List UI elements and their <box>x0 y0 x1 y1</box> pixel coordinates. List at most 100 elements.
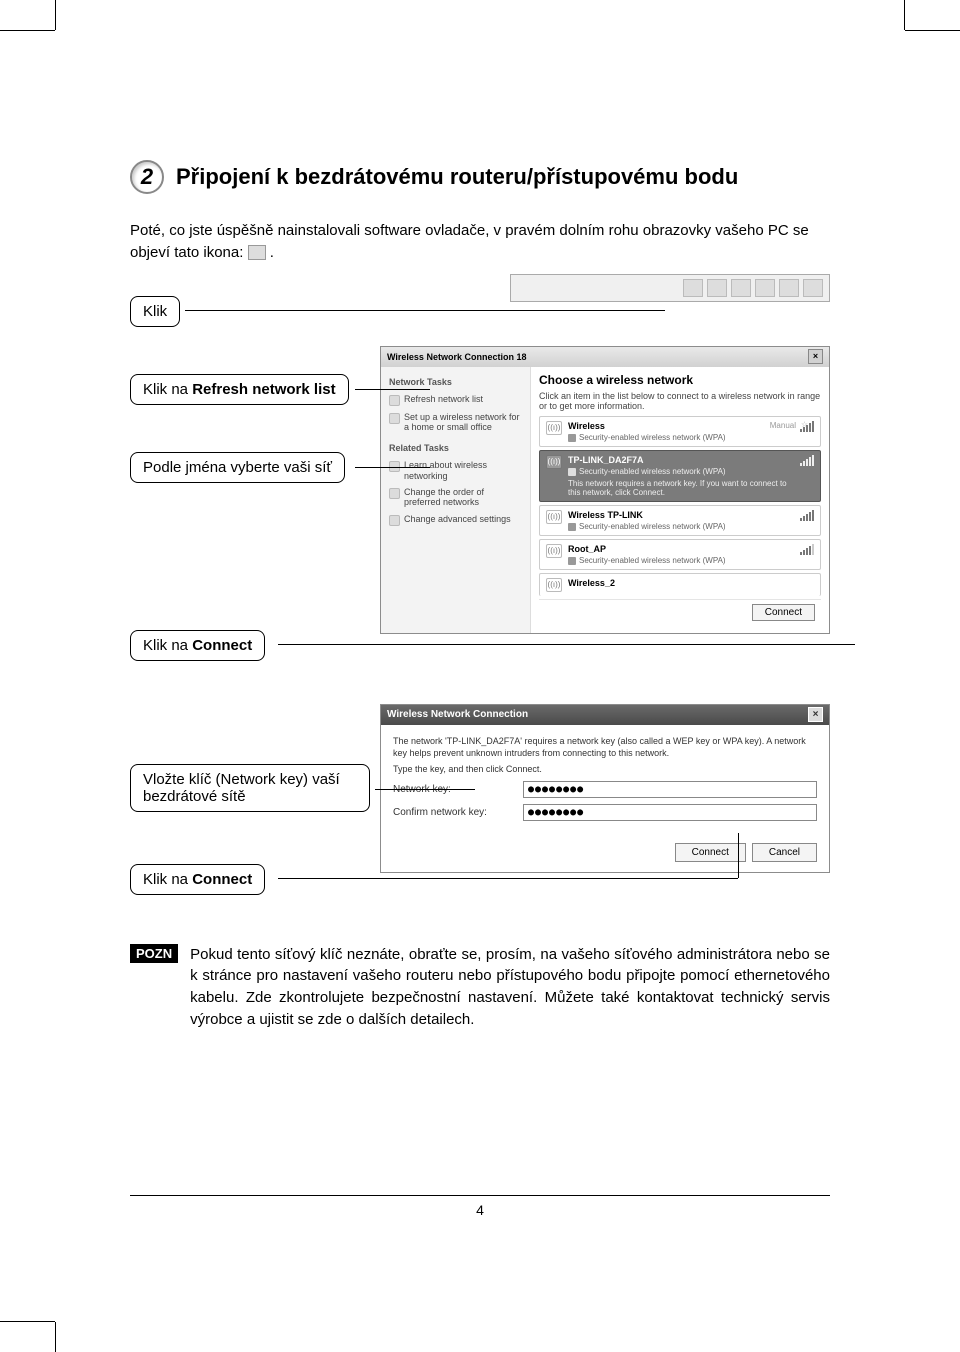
step-number: 2 <box>130 160 164 194</box>
setup-network-link[interactable]: Set up a wireless network for a home or … <box>389 409 522 436</box>
wifi-icon: ((ı)) <box>546 578 562 592</box>
network-detail: Security-enabled wireless network (WPA) <box>579 556 726 565</box>
network-item[interactable]: ((ı)) Wireless Security-enabled wireless… <box>539 416 821 447</box>
callout-bold: Connect <box>192 871 252 888</box>
change-order-link[interactable]: Change the order of preferred networks <box>389 484 522 511</box>
tray-icon <box>803 279 823 297</box>
callout-line <box>375 789 475 790</box>
network-item[interactable]: ((ı)) Wireless_2 <box>539 573 821 596</box>
callout-text: Klik na <box>143 381 192 398</box>
close-icon[interactable]: × <box>808 349 823 364</box>
task-label: Change the order of preferred networks <box>404 487 522 508</box>
star-icon: ☆ <box>801 420 808 429</box>
network-name: TP-LINK_DA2F7A <box>568 455 794 465</box>
network-item[interactable]: ((ı)) Root_AP Security-enabled wireless … <box>539 539 821 570</box>
choose-network-sub: Click an item in the list below to conne… <box>539 391 821 413</box>
tray-icon <box>779 279 799 297</box>
signal-icon <box>800 510 814 521</box>
callout-connect: Klik na Connect <box>130 630 265 661</box>
confirm-key-label: Confirm network key: <box>393 807 513 818</box>
tray-wireless-icon[interactable] <box>755 279 775 297</box>
crop-mark <box>55 0 56 30</box>
task-label: Refresh network list <box>404 394 483 406</box>
task-label: Learn about wireless networking <box>404 460 522 481</box>
crop-mark <box>904 0 905 30</box>
intro-text: Poté, co jste úspěšně nainstalovali soft… <box>130 220 830 264</box>
callout-bold: Connect <box>192 637 252 654</box>
step-header: 2 Připojení k bezdrátovému routeru/příst… <box>130 160 830 194</box>
tray-icon <box>707 279 727 297</box>
connect-button[interactable]: Connect <box>752 604 815 621</box>
callout-text: Klik na <box>143 637 192 654</box>
signal-icon <box>800 455 814 466</box>
callout-line <box>355 389 430 390</box>
callout-bold: Refresh network list <box>192 381 335 398</box>
refresh-icon <box>389 395 400 406</box>
tray-icon <box>731 279 751 297</box>
signal-icon <box>800 544 814 555</box>
manual-label: Manual <box>770 421 796 430</box>
tray-icon <box>683 279 703 297</box>
page-footer: 4 <box>130 1195 830 1218</box>
network-item[interactable]: ((ı)) Wireless TP-LINK Security-enabled … <box>539 505 821 536</box>
intro-span: Poté, co jste úspěšně nainstalovali soft… <box>130 222 809 261</box>
wizard-icon <box>389 413 400 424</box>
callout-refresh: Klik na Refresh network list <box>130 374 349 405</box>
network-key-input[interactable] <box>523 781 817 798</box>
callout-select: Podle jména vyberte vaši síť <box>130 452 345 483</box>
confirm-key-input[interactable] <box>523 804 817 821</box>
close-icon[interactable]: × <box>808 707 823 722</box>
note-badge: POZN <box>130 944 178 963</box>
network-item-selected[interactable]: ((ı)) TP-LINK_DA2F7A Security-enabled wi… <box>539 450 821 502</box>
dialog-text: Type the key, and then click Connect. <box>393 763 817 775</box>
network-detail: Security-enabled wireless network (WPA) <box>579 467 726 476</box>
connect-button[interactable]: Connect <box>675 843 746 862</box>
crop-mark <box>0 1321 55 1322</box>
panel-heading: Network Tasks <box>389 377 522 387</box>
callout-line <box>278 878 738 879</box>
network-detail: Security-enabled wireless network (WPA) <box>579 433 726 442</box>
refresh-network-list-link[interactable]: Refresh network list <box>389 391 522 409</box>
task-panel: Network Tasks Refresh network list Set u… <box>381 367 531 634</box>
callout-key: Vložte klíč (Network key) vaší bezdrátov… <box>130 764 370 812</box>
wifi-icon: ((ı)) <box>546 421 562 435</box>
learn-link[interactable]: Learn about wireless networking <box>389 457 522 484</box>
wifi-icon: ((ı)) <box>546 510 562 524</box>
crop-mark <box>55 1322 56 1352</box>
callout-line <box>355 467 430 468</box>
callout-line <box>278 644 855 645</box>
callout-line <box>185 310 665 311</box>
callout-text: Klik na <box>143 871 192 888</box>
note-block: POZN Pokud tento síťový klíč neznáte, ob… <box>130 944 830 1031</box>
wireless-connection-window: Wireless Network Connection 18 × Network… <box>380 346 830 635</box>
task-label: Set up a wireless network for a home or … <box>404 412 522 433</box>
network-detail: Security-enabled wireless network (WPA) <box>579 522 726 531</box>
dialog-title: Wireless Network Connection <box>387 709 528 720</box>
choose-network-heading: Choose a wireless network <box>539 373 821 387</box>
network-name: Root_AP <box>568 544 794 554</box>
network-name: Wireless <box>568 421 794 431</box>
diagram-region: Wireless Network Connection 18 × Network… <box>130 274 830 914</box>
network-extra: This network requires a network key. If … <box>568 479 794 497</box>
note-text: Pokud tento síťový klíč neznáte, obraťte… <box>190 944 830 1031</box>
network-name: Wireless TP-LINK <box>568 510 794 520</box>
tray-wireless-icon <box>248 245 266 260</box>
cancel-button[interactable]: Cancel <box>752 843 817 862</box>
page-number: 4 <box>476 1202 484 1218</box>
crop-mark <box>905 30 960 31</box>
star-icon <box>389 488 400 499</box>
wifi-icon: ((ı)) <box>546 455 562 469</box>
callout-line <box>738 833 739 878</box>
callout-connect-2: Klik na Connect <box>130 864 265 895</box>
advanced-settings-link[interactable]: Change advanced settings <box>389 511 522 529</box>
dialog-titlebar: Wireless Network Connection × <box>381 705 829 725</box>
crop-mark <box>0 30 55 31</box>
lock-icon <box>568 557 576 565</box>
wifi-icon: ((ı)) <box>546 544 562 558</box>
lock-icon <box>568 523 576 531</box>
window-title: Wireless Network Connection 18 <box>387 352 526 362</box>
step-title: Připojení k bezdrátovému routeru/přístup… <box>176 164 738 190</box>
callout-click: Klik <box>130 296 180 327</box>
panel-heading: Related Tasks <box>389 443 522 453</box>
lock-icon <box>568 434 576 442</box>
